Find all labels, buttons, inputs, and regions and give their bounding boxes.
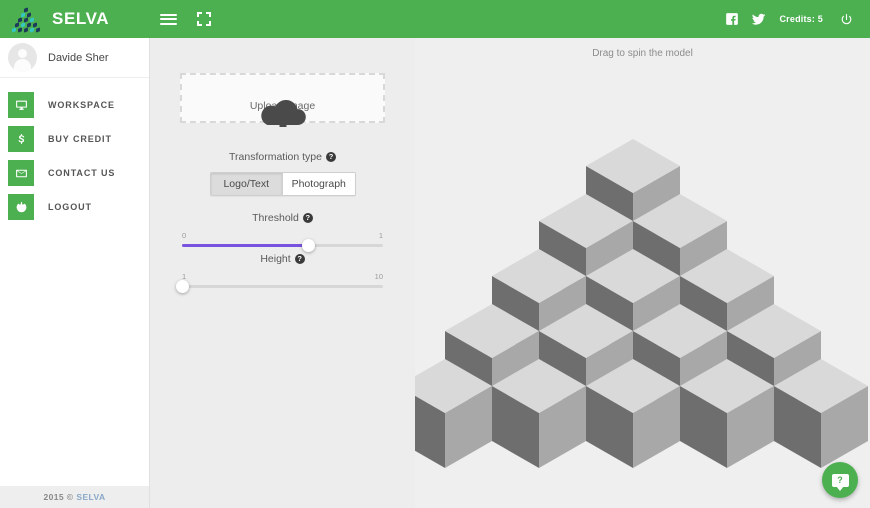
model-viewport[interactable]: Drag to spin the model: [415, 38, 870, 508]
threshold-label: Threshold: [252, 212, 299, 224]
threshold-scale: 0 1: [182, 231, 383, 242]
toggle-logo-text[interactable]: Logo/Text: [210, 173, 282, 195]
height-scale: 1 10: [182, 272, 383, 283]
transformation-type-title: Transformation type?: [150, 151, 415, 163]
facebook-button[interactable]: [719, 0, 745, 38]
envelope-icon-box: [8, 160, 34, 186]
height-title: Height?: [150, 253, 415, 265]
sidebar: Davide Sher WORKSPACE BUY CREDIT CONTACT…: [0, 38, 150, 508]
power-icon-box: [8, 194, 34, 220]
sidebar-item-contact-us[interactable]: CONTACT US: [0, 156, 149, 190]
hamburger-menu-icon: [159, 13, 177, 25]
sidebar-item-logout[interactable]: LOGOUT: [0, 190, 149, 224]
sidebar-item-label: LOGOUT: [48, 202, 92, 212]
sidebar-item-workspace[interactable]: WORKSPACE: [0, 88, 149, 122]
transformation-type-section: Transformation type? Logo/Text Photograp…: [150, 151, 415, 196]
brand-logo-area[interactable]: SELVA: [0, 0, 150, 38]
sidebar-item-label: BUY CREDIT: [48, 134, 112, 144]
sidebar-nav: WORKSPACE BUY CREDIT CONTACT US LOGOUT: [0, 78, 149, 224]
dollar-icon-box: [8, 126, 34, 152]
upload-image-dropzone[interactable]: Upload Image: [180, 73, 385, 127]
height-slider[interactable]: [175, 280, 383, 293]
twitter-button[interactable]: [745, 0, 771, 38]
fullscreen-icon: [197, 12, 211, 26]
sidebar-item-label: CONTACT US: [48, 168, 116, 178]
threshold-max-label: 1: [378, 231, 383, 240]
twitter-icon: [751, 13, 766, 25]
height-max-label: 10: [374, 272, 383, 281]
facebook-icon: [726, 13, 739, 25]
app-root: SELVA Credits: 5 Davide Sher WORKSPACE B…: [0, 0, 870, 508]
user-avatar-icon: [8, 43, 37, 72]
copyright-year: 2015 ©: [43, 492, 74, 502]
monitor-icon: [15, 100, 27, 110]
monitor-icon-box: [8, 92, 34, 118]
power-icon: [841, 13, 851, 24]
threshold-title: Threshold?: [150, 212, 415, 224]
header-power-button[interactable]: [833, 0, 859, 38]
toggle-photograph[interactable]: Photograph: [282, 173, 355, 195]
power-icon: [16, 201, 26, 212]
height-slider-handle[interactable]: [175, 280, 189, 293]
user-name: Davide Sher: [48, 51, 109, 64]
threshold-slider[interactable]: [182, 239, 383, 252]
height-section: Height? 1 10: [150, 253, 415, 293]
threshold-section: Threshold? 0 1: [150, 212, 415, 252]
height-label: Height: [260, 253, 291, 265]
sidebar-user-row[interactable]: Davide Sher: [0, 38, 149, 78]
header-right-group: Credits: 5: [719, 0, 870, 38]
copyright-brand-link[interactable]: SELVA: [76, 492, 105, 502]
transformation-type-label: Transformation type: [229, 151, 322, 163]
sidebar-footer-copyright: 2015 © SELVA: [0, 486, 149, 508]
chat-help-glyph: ?: [837, 474, 843, 485]
brand-name: SELVA: [52, 9, 110, 28]
threshold-slider-fill: [182, 244, 309, 247]
help-icon[interactable]: ?: [325, 152, 336, 162]
help-icon[interactable]: ?: [294, 254, 305, 264]
dollar-icon: [18, 133, 24, 144]
selva-cube-triangle-logo-icon: [9, 5, 43, 33]
hamburger-menu-button[interactable]: [150, 0, 186, 38]
controls-panel: Upload Image Transformation type? Logo/T…: [150, 38, 415, 508]
help-icon[interactable]: ?: [302, 213, 313, 223]
credits-label: Credits: 5: [779, 14, 823, 24]
sidebar-item-buy-credit[interactable]: BUY CREDIT: [0, 122, 149, 156]
sidebar-item-label: WORKSPACE: [48, 100, 115, 110]
fullscreen-button[interactable]: [186, 0, 222, 38]
isometric-cube-pyramid-model[interactable]: [415, 38, 870, 508]
threshold-min-label: 0: [182, 231, 187, 240]
envelope-icon: [15, 169, 27, 177]
chat-help-icon: ?: [831, 473, 849, 491]
chat-help-button[interactable]: ?: [822, 462, 858, 498]
transformation-type-toggle-group: Logo/Text Photograph: [209, 172, 356, 196]
threshold-slider-handle[interactable]: [302, 239, 316, 252]
cloud-upload-icon: [258, 95, 308, 136]
top-header-bar: SELVA Credits: 5: [0, 0, 870, 38]
